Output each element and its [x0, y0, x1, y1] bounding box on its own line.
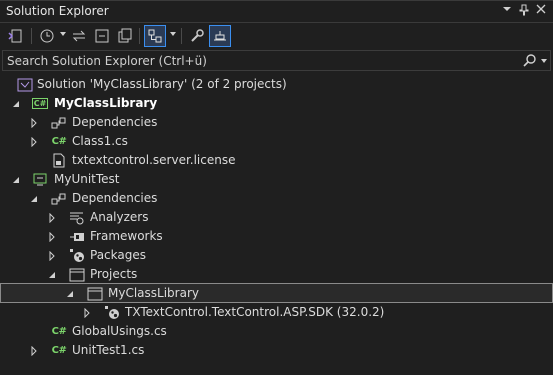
expanded-arrow-icon[interactable]	[29, 193, 39, 203]
search-input[interactable]	[7, 52, 507, 69]
collapsed-arrow-icon[interactable]	[29, 345, 39, 357]
collapsed-arrow-icon[interactable]	[47, 231, 57, 243]
project-reference-icon	[87, 286, 103, 301]
switch-views-icon[interactable]	[5, 25, 27, 47]
csharp-project-icon: C#	[31, 98, 49, 109]
expanded-arrow-icon[interactable]	[65, 288, 75, 298]
tree-item-packages[interactable]: Packages	[0, 246, 553, 265]
search-box[interactable]	[2, 50, 551, 71]
packages-icon	[69, 248, 85, 263]
expanded-arrow-icon[interactable]	[11, 174, 21, 184]
close-icon[interactable]	[534, 4, 548, 17]
file-label: Class1.cs	[72, 134, 128, 148]
solution-label: Solution 'MyClassLibrary' (2 of 2 projec…	[37, 77, 287, 91]
project-label: MyUnitTest	[54, 172, 120, 186]
collapsed-arrow-icon[interactable]	[29, 136, 39, 148]
file-label: UnitTest1.cs	[72, 343, 145, 357]
search-options-dropdown-icon[interactable]	[541, 59, 547, 63]
expanded-arrow-icon[interactable]	[47, 269, 57, 279]
show-all-files-icon[interactable]	[114, 25, 136, 47]
tree-item-frameworks[interactable]: Frameworks	[0, 227, 553, 246]
project-reference-label: MyClassLibrary	[108, 286, 199, 300]
collapsed-arrow-icon[interactable]	[47, 212, 57, 224]
project-label: MyClassLibrary	[54, 96, 158, 110]
dependencies-label: Dependencies	[72, 115, 158, 129]
dependencies-label: Dependencies	[72, 191, 158, 205]
frameworks-label: Frameworks	[90, 229, 163, 243]
toolbar	[0, 23, 553, 49]
tree-item-project-reference[interactable]: MyClassLibrary	[0, 283, 553, 303]
tree-item-projects[interactable]: Projects	[0, 265, 553, 284]
file-label: GlobalUsings.cs	[72, 324, 167, 338]
search-icon[interactable]	[523, 53, 537, 67]
title-bar: Solution Explorer	[0, 0, 553, 23]
properties-icon[interactable]	[186, 25, 208, 47]
projects-label: Projects	[90, 267, 138, 281]
test-project-icon	[32, 172, 48, 187]
csharp-file-icon: C#	[51, 136, 67, 147]
toolbar-separator	[181, 28, 182, 44]
preview-selected-icon[interactable]	[209, 25, 231, 47]
analyzers-icon	[69, 210, 85, 225]
tree-item-dependencies[interactable]: Dependencies	[0, 189, 553, 208]
license-file-icon	[51, 153, 67, 168]
tree-item-file[interactable]: C# UnitTest1.cs	[0, 341, 553, 360]
dependencies-icon	[51, 191, 67, 206]
collapsed-arrow-icon[interactable]	[82, 307, 92, 319]
pending-changes-dropdown-icon[interactable]	[60, 32, 66, 36]
solution-icon	[17, 77, 33, 92]
class-diagram-dropdown-icon[interactable]	[170, 32, 176, 36]
packages-label: Packages	[90, 248, 146, 262]
collapsed-arrow-icon[interactable]	[29, 117, 39, 129]
chevron-down-icon[interactable]	[500, 4, 514, 17]
view-class-diagram-icon[interactable]	[144, 25, 166, 47]
package-icon	[104, 305, 120, 320]
tree-item-dependencies[interactable]: Dependencies	[0, 113, 553, 132]
csharp-file-icon: C#	[51, 345, 67, 356]
pending-changes-icon[interactable]	[36, 25, 58, 47]
window-title: Solution Explorer	[6, 4, 109, 18]
collapse-all-icon[interactable]	[91, 25, 113, 47]
analyzers-label: Analyzers	[90, 210, 149, 224]
csharp-file-icon: C#	[51, 326, 67, 337]
tree-item-file[interactable]: txtextcontrol.server.license	[0, 151, 553, 170]
tree-item-file[interactable]: C# GlobalUsings.cs	[0, 322, 553, 341]
toolbar-separator	[139, 28, 140, 44]
pin-icon[interactable]	[517, 4, 531, 19]
sync-icon[interactable]	[68, 25, 90, 47]
tree-item-analyzers[interactable]: Analyzers	[0, 208, 553, 227]
frameworks-icon	[69, 229, 85, 244]
file-label: txtextcontrol.server.license	[72, 153, 236, 167]
toolbar-separator	[31, 28, 32, 44]
tree-item-file[interactable]: C# Class1.cs	[0, 132, 553, 151]
projects-icon	[69, 267, 85, 282]
tree-item-package[interactable]: TXTextControl.TextControl.ASP.SDK (32.0.…	[0, 303, 553, 322]
expanded-arrow-icon[interactable]	[11, 98, 21, 108]
package-label: TXTextControl.TextControl.ASP.SDK (32.0.…	[125, 305, 385, 319]
tree-item-project[interactable]: MyUnitTest	[0, 170, 553, 189]
tree-item-solution[interactable]: Solution 'MyClassLibrary' (2 of 2 projec…	[0, 75, 553, 94]
tree-item-project[interactable]: C# MyClassLibrary	[0, 94, 553, 113]
collapsed-arrow-icon[interactable]	[47, 250, 57, 262]
dependencies-icon	[51, 115, 67, 130]
